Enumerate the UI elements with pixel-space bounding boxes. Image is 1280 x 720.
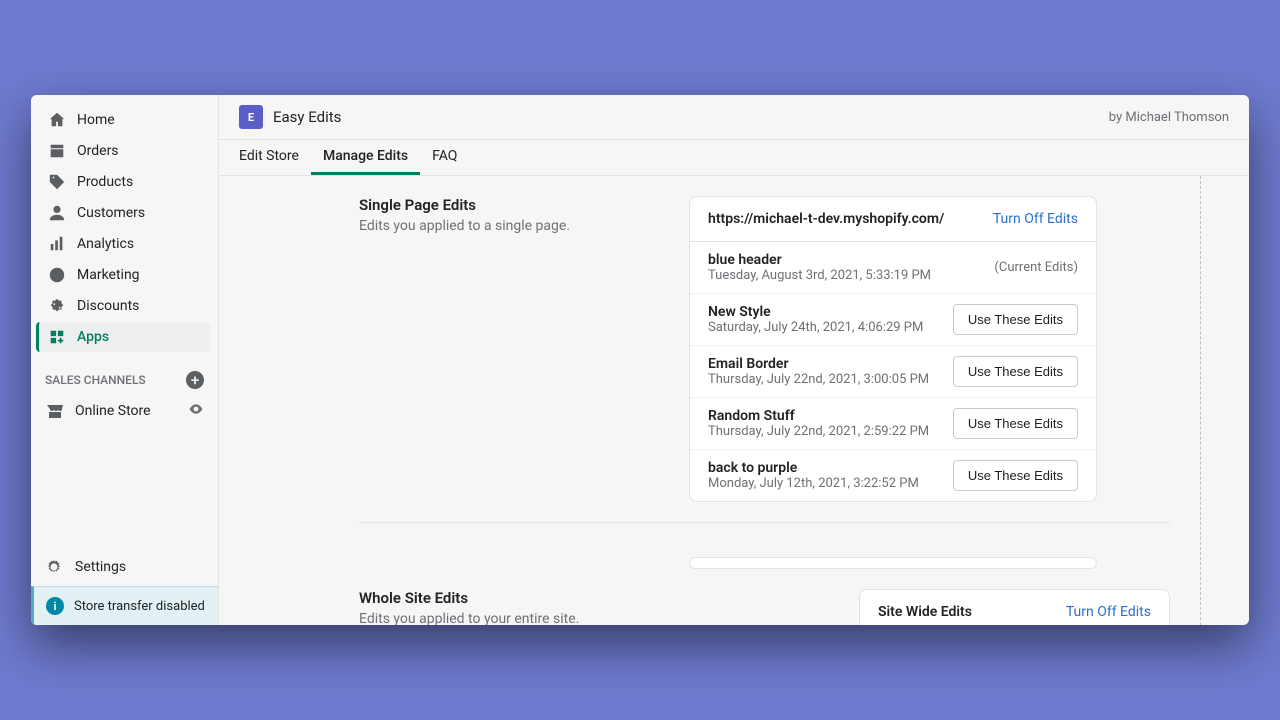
sidebar-item-orders[interactable]: Orders <box>39 136 210 166</box>
page-title: Easy Edits <box>273 108 341 126</box>
edit-row: Email Border Thursday, July 22nd, 2021, … <box>690 346 1096 398</box>
sidebar-item-home[interactable]: Home <box>39 105 210 135</box>
section-title: Whole Site Edits <box>359 589 744 607</box>
current-edits-tag: (Current Edits) <box>994 260 1078 275</box>
edit-row: Random Stuff Thursday, July 22nd, 2021, … <box>690 398 1096 450</box>
sales-channels-header: SALES CHANNELS + <box>31 353 218 395</box>
settings-label: Settings <box>75 559 126 575</box>
section-title: Single Page Edits <box>359 196 659 214</box>
edit-name: blue header <box>708 252 931 268</box>
gear-icon <box>45 558 65 576</box>
sidebar-item-label: Home <box>77 112 115 128</box>
sidebar-bottom: Settings i Store transfer disabled <box>31 548 218 625</box>
nav-list: Home Orders Products Customers Analytics… <box>31 95 218 353</box>
target-icon <box>47 265 67 285</box>
use-these-edits-button[interactable]: Use These Edits <box>953 356 1078 387</box>
home-icon <box>47 110 67 130</box>
store-icon <box>45 401 65 421</box>
site-wide-card: Site Wide Edits Turn Off Edits <box>859 589 1170 625</box>
section-desc: Edits you applied to a single page. <box>359 218 659 234</box>
info-banner-text: Store transfer disabled <box>74 599 205 614</box>
edit-name: New Style <box>708 304 923 320</box>
sidebar-item-products[interactable]: Products <box>39 167 210 197</box>
single-page-card: https://michael-t-dev.myshopify.com/ Tur… <box>689 196 1097 502</box>
channel-label: Online Store <box>75 403 151 419</box>
eye-icon[interactable] <box>188 401 204 421</box>
apps-icon <box>47 327 67 347</box>
stub-card <box>689 557 1097 569</box>
sidebar-item-label: Analytics <box>77 236 134 252</box>
edit-name: Random Stuff <box>708 408 929 424</box>
tabs: Edit Store Manage Edits FAQ <box>219 140 1249 176</box>
turn-off-edits-link[interactable]: Turn Off Edits <box>1066 604 1151 620</box>
bar-chart-icon <box>47 234 67 254</box>
app-window: Home Orders Products Customers Analytics… <box>31 95 1249 625</box>
tab-manage-edits[interactable]: Manage Edits <box>311 140 420 175</box>
discount-icon <box>47 296 67 316</box>
edit-date: Thursday, July 22nd, 2021, 3:00:05 PM <box>708 372 929 387</box>
sidebar-item-label: Orders <box>77 143 119 159</box>
info-banner: i Store transfer disabled <box>31 586 218 625</box>
edit-name: back to purple <box>708 460 919 476</box>
app-author: by Michael Thomson <box>1109 110 1229 125</box>
section-desc: Edits you applied to your entire site. <box>359 611 744 625</box>
whole-site-section: Whole Site Edits Edits you applied to yo… <box>359 589 1170 625</box>
edit-list: blue header Tuesday, August 3rd, 2021, 5… <box>690 242 1096 501</box>
section-info: Whole Site Edits Edits you applied to yo… <box>359 589 744 625</box>
person-icon <box>47 203 67 223</box>
sidebar-item-label: Products <box>77 174 133 190</box>
sidebar-item-marketing[interactable]: Marketing <box>39 260 210 290</box>
sidebar-item-label: Discounts <box>77 298 139 314</box>
turn-off-edits-link[interactable]: Turn Off Edits <box>993 211 1078 227</box>
edit-row: back to purple Monday, July 12th, 2021, … <box>690 450 1096 501</box>
card-header: https://michael-t-dev.myshopify.com/ Tur… <box>690 197 1096 242</box>
sidebar-item-discounts[interactable]: Discounts <box>39 291 210 321</box>
edit-date: Monday, July 12th, 2021, 3:22:52 PM <box>708 476 919 491</box>
app-logo-icon: E <box>239 105 263 129</box>
edit-date: Tuesday, August 3rd, 2021, 5:33:19 PM <box>708 268 931 283</box>
edit-date: Thursday, July 22nd, 2021, 2:59:22 PM <box>708 424 929 439</box>
add-channel-icon[interactable]: + <box>186 371 204 389</box>
info-icon: i <box>46 597 64 615</box>
use-these-edits-button[interactable]: Use These Edits <box>953 408 1078 439</box>
sidebar-item-settings[interactable]: Settings <box>31 548 218 586</box>
edit-row: blue header Tuesday, August 3rd, 2021, 5… <box>690 242 1096 294</box>
orders-icon <box>47 141 67 161</box>
tab-edit-store[interactable]: Edit Store <box>227 140 311 175</box>
content: Single Page Edits Edits you applied to a… <box>219 176 1201 625</box>
app-header: E Easy Edits by Michael Thomson <box>219 95 1249 140</box>
tab-faq[interactable]: FAQ <box>420 140 469 175</box>
store-url: https://michael-t-dev.myshopify.com/ <box>708 211 944 227</box>
edit-row: New Style Saturday, July 24th, 2021, 4:0… <box>690 294 1096 346</box>
sidebar-item-label: Customers <box>77 205 145 221</box>
single-page-section: Single Page Edits Edits you applied to a… <box>359 196 1170 523</box>
channel-online-store[interactable]: Online Store <box>31 395 218 427</box>
sidebar-item-customers[interactable]: Customers <box>39 198 210 228</box>
sidebar-item-analytics[interactable]: Analytics <box>39 229 210 259</box>
site-wide-title: Site Wide Edits <box>878 604 972 620</box>
sidebar-item-label: Marketing <box>77 267 140 283</box>
tag-icon <box>47 172 67 192</box>
edit-name: Email Border <box>708 356 929 372</box>
sidebar-item-apps[interactable]: Apps <box>36 322 210 352</box>
sidebar: Home Orders Products Customers Analytics… <box>31 95 219 625</box>
main: E Easy Edits by Michael Thomson Edit Sto… <box>219 95 1249 625</box>
edit-date: Saturday, July 24th, 2021, 4:06:29 PM <box>708 320 923 335</box>
use-these-edits-button[interactable]: Use These Edits <box>953 460 1078 491</box>
section-info: Single Page Edits Edits you applied to a… <box>359 196 659 502</box>
sidebar-item-label: Apps <box>77 329 109 345</box>
use-these-edits-button[interactable]: Use These Edits <box>953 304 1078 335</box>
